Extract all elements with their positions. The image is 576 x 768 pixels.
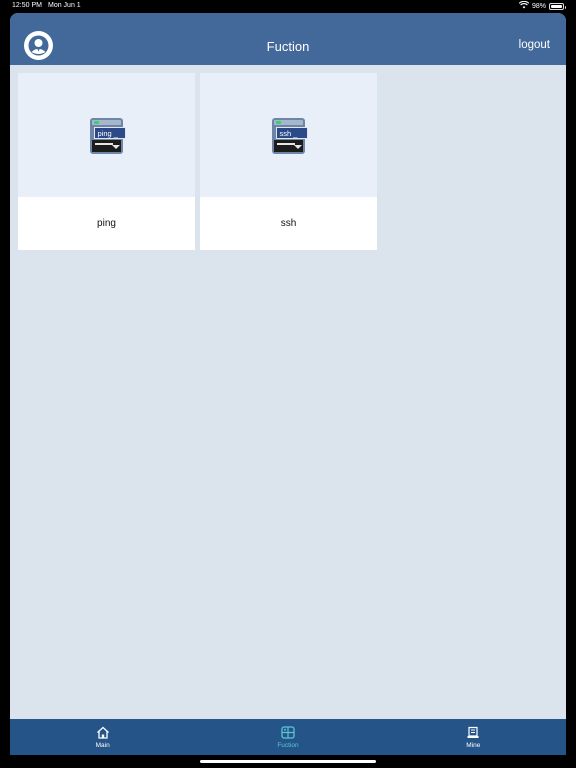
terminal-icon-label: ping _ (93, 127, 126, 139)
tab-label: Main (95, 741, 110, 749)
card-icon-area: ping _ (18, 73, 195, 197)
profile-icon (466, 726, 480, 740)
wifi-icon (518, 0, 530, 11)
tab-fuction[interactable]: Fuction (195, 719, 380, 755)
battery-level (551, 4, 562, 8)
home-indicator[interactable] (200, 760, 376, 763)
terminal-icon: ssh _ (271, 116, 308, 154)
function-card-ping[interactable]: ping _ ping (18, 73, 195, 250)
battery-percent: 98% (531, 2, 546, 10)
terminal-icon-label: ssh _ (275, 127, 308, 139)
tab-label: Fuction (277, 741, 299, 749)
function-card-ssh[interactable]: ssh _ ssh (200, 73, 377, 250)
page-title: Fuction (266, 39, 310, 54)
status-time: 12:50 PM (12, 2, 42, 9)
card-icon-area: ssh _ (200, 73, 377, 197)
navbar: Fuction logout (10, 13, 566, 65)
card-label: ping (18, 197, 195, 250)
home-icon (96, 726, 110, 740)
tab-mine[interactable]: Mine (381, 719, 566, 755)
function-grid: ping _ ping ssh _ ssh (18, 73, 377, 250)
logout-button[interactable]: logout (519, 39, 550, 51)
tab-label: Mine (466, 741, 481, 749)
card-label: ssh (200, 197, 377, 250)
tab-bar: Main Fuction Mine (10, 719, 566, 755)
app-window: Fuction logout ping _ ping ssh _ ssh Mai… (10, 13, 566, 755)
status-date: Mon Jun 1 (48, 2, 81, 9)
terminal-icon: ping _ (89, 116, 126, 154)
battery-icon (549, 2, 566, 10)
tab-main[interactable]: Main (10, 719, 195, 755)
status-bar: 12:50 PM Mon Jun 1 98% (0, 0, 576, 13)
status-right: 98% (518, 0, 566, 11)
function-icon (281, 726, 295, 740)
device-screen: 12:50 PM Mon Jun 1 98% Fuction logout pi… (0, 0, 576, 768)
